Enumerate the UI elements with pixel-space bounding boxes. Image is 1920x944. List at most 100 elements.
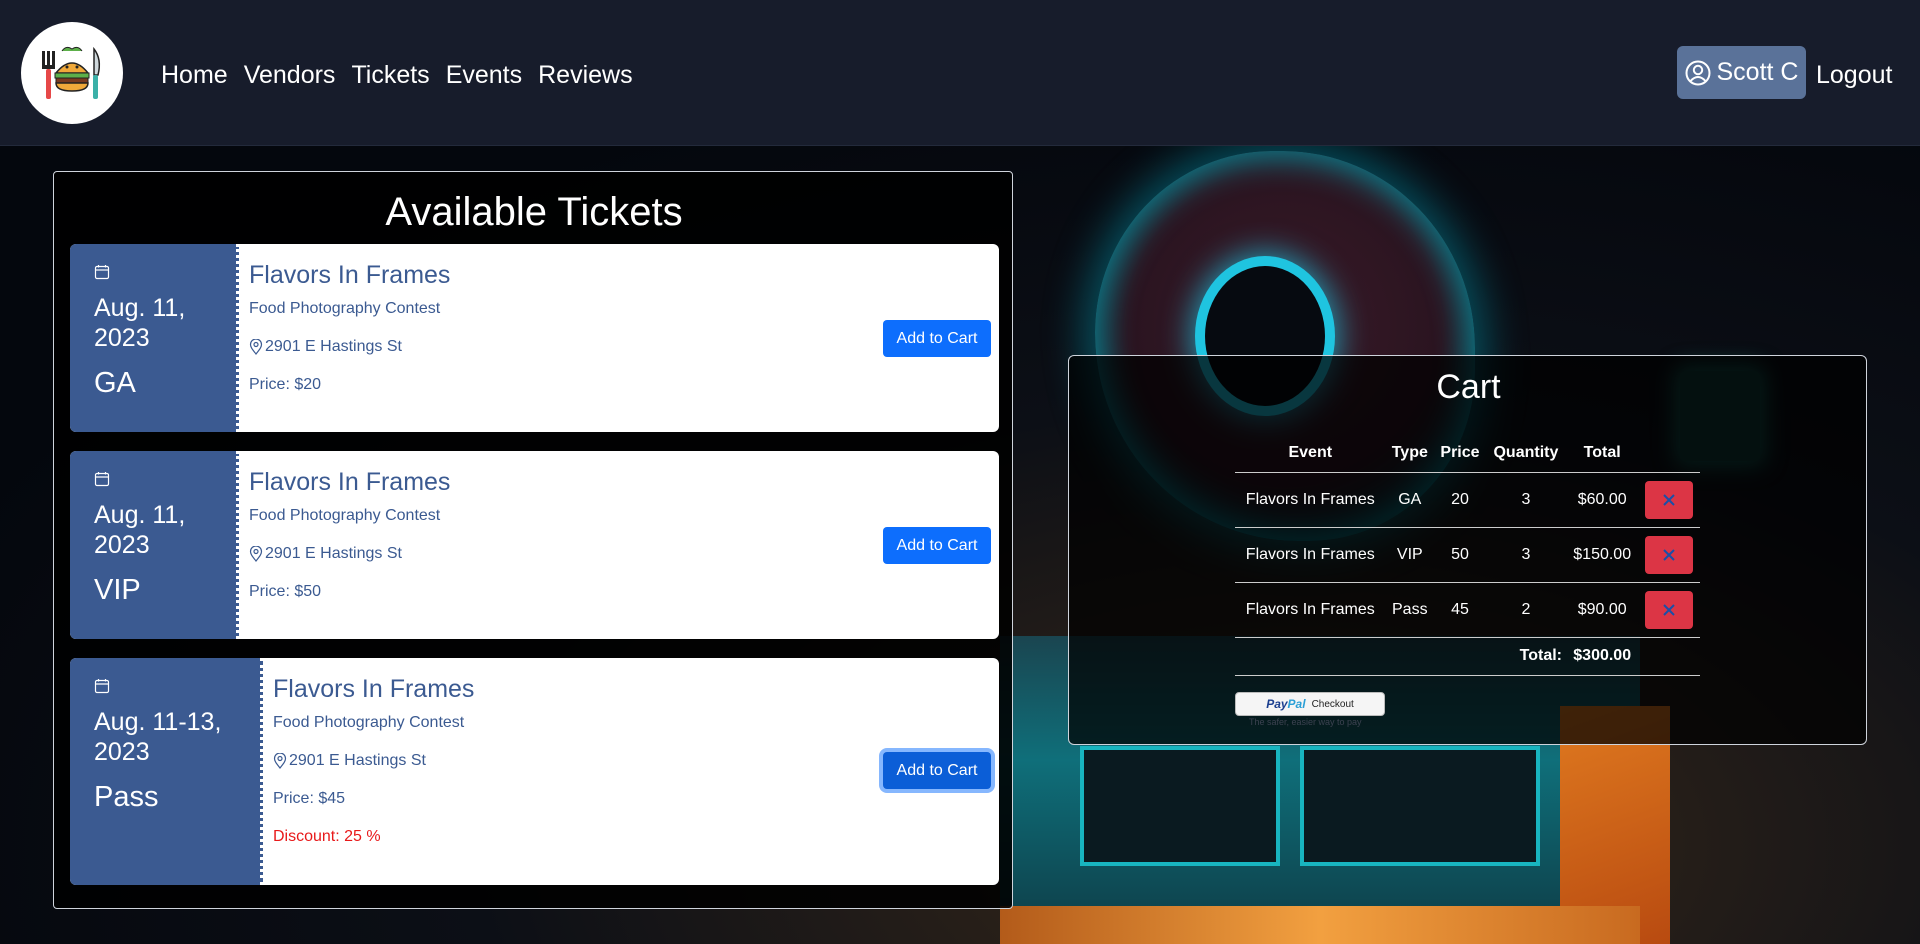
total-label: Total: <box>1485 637 1566 676</box>
cart-header-row: Event Type Price Quantity Total <box>1235 442 1700 473</box>
panel-title: Available Tickets <box>385 190 683 234</box>
ticket-date: Aug. 11-13, 2023 <box>94 708 222 766</box>
ticket-type: GA <box>94 367 136 399</box>
column-header-type: Type <box>1385 442 1435 473</box>
location-text: 2901 E Hastings St <box>265 338 402 355</box>
cell-quantity: 3 <box>1485 472 1566 528</box>
event-name: Flavors In Frames <box>249 261 451 289</box>
column-header-actions <box>1638 442 1700 473</box>
cell-total: $150.00 <box>1566 527 1639 583</box>
close-icon <box>1663 603 1675 616</box>
map-pin-icon <box>273 753 287 769</box>
total-value: $300.00 <box>1566 637 1639 676</box>
ticket-stub: Aug. 11, 2023 GA <box>70 244 239 432</box>
column-header-price: Price <box>1434 442 1486 473</box>
ticket-card: Aug. 11, 2023 VIP Flavors In Frames Food… <box>70 451 999 639</box>
ticket-date: Aug. 11, 2023 <box>94 294 186 352</box>
cell-actions <box>1638 527 1700 583</box>
cart-row: Flavors In Frames Pass 45 2 $90.00 <box>1235 582 1700 638</box>
ticket-type: Pass <box>94 781 159 813</box>
burger-logo-icon <box>42 46 101 99</box>
cell-type: GA <box>1385 472 1435 528</box>
paypal-tagline: The safer, easier way to pay <box>1249 717 1362 727</box>
paypal-label: Checkout <box>1311 698 1354 710</box>
cell-total: $90.00 <box>1566 582 1639 638</box>
column-header-quantity: Quantity <box>1485 442 1566 473</box>
column-header-event: Event <box>1235 442 1386 473</box>
event-description: Food Photography Contest <box>249 507 441 524</box>
nav-link-home[interactable]: Home <box>161 60 228 90</box>
navbar: Home Vendors Tickets Events Reviews Scot… <box>0 0 1920 146</box>
close-icon <box>1663 548 1675 561</box>
event-description: Food Photography Contest <box>249 300 441 317</box>
ticket-details: Flavors In Frames Food Photography Conte… <box>239 451 999 639</box>
cell-event: Flavors In Frames <box>1235 472 1386 528</box>
ticket-stub: Aug. 11, 2023 VIP <box>70 451 239 639</box>
cell-event: Flavors In Frames <box>1235 582 1386 638</box>
ticket-card: Aug. 11-13, 2023 Pass Flavors In Frames … <box>70 658 999 885</box>
cell-price: 50 <box>1434 527 1486 583</box>
add-to-cart-button[interactable]: Add to Cart <box>883 527 991 564</box>
main-nav: Home Vendors Tickets Events Reviews <box>161 60 633 90</box>
ticket-details: Flavors In Frames Food Photography Conte… <box>263 658 999 885</box>
cart-table: Event Type Price Quantity Total Flavors … <box>1235 442 1700 676</box>
ticket-type: VIP <box>94 574 141 606</box>
event-location: 2901 E Hastings St <box>249 338 989 356</box>
paypal-checkout-button[interactable]: PayPal Checkout <box>1235 692 1385 716</box>
cart-panel: Cart Event Type Price Quantity Total Fla… <box>1068 355 1867 745</box>
cell-total: $60.00 <box>1566 472 1639 528</box>
ticket-price: Price: $45 <box>273 790 346 807</box>
available-tickets-panel: Available Tickets Aug. 11, 2023 GA Flavo… <box>53 171 1013 909</box>
site-logo[interactable] <box>21 22 123 124</box>
ticket-card: Aug. 11, 2023 GA Flavors In Frames Food … <box>70 244 999 432</box>
cell-actions <box>1638 582 1700 638</box>
cell-type: VIP <box>1385 527 1435 583</box>
event-location: 2901 E Hastings St <box>273 752 989 770</box>
cell-actions <box>1638 472 1700 528</box>
cart-row: Flavors In Frames GA 20 3 $60.00 <box>1235 472 1700 528</box>
truck-counter <box>1000 906 1640 944</box>
user-circle-icon <box>1685 60 1710 85</box>
map-pin-icon <box>249 339 263 355</box>
cart-row: Flavors In Frames VIP 50 3 $150.00 <box>1235 527 1700 583</box>
cart-title: Cart <box>1436 368 1501 406</box>
event-name: Flavors In Frames <box>273 675 475 703</box>
ticket-price: Price: $20 <box>249 376 322 393</box>
nav-link-tickets[interactable]: Tickets <box>351 60 429 90</box>
user-name: Scott C <box>1716 58 1799 86</box>
logout-link[interactable]: Logout <box>1816 60 1892 90</box>
event-name: Flavors In Frames <box>249 468 451 496</box>
cell-price: 20 <box>1434 472 1486 528</box>
cell-quantity: 2 <box>1485 582 1566 638</box>
cell-event: Flavors In Frames <box>1235 527 1386 583</box>
add-to-cart-button[interactable]: Add to Cart <box>883 320 991 357</box>
calendar-icon <box>94 472 110 487</box>
location-text: 2901 E Hastings St <box>289 752 426 769</box>
remove-item-button[interactable] <box>1645 535 1694 574</box>
cell-price: 45 <box>1434 582 1486 638</box>
ticket-stub: Aug. 11-13, 2023 Pass <box>70 658 263 885</box>
ticket-date: Aug. 11, 2023 <box>94 501 186 559</box>
calendar-icon <box>94 265 110 280</box>
event-description: Food Photography Contest <box>273 714 465 731</box>
remove-item-button[interactable] <box>1645 480 1694 519</box>
truck-window <box>1300 746 1540 866</box>
ticket-details: Flavors In Frames Food Photography Conte… <box>239 244 999 432</box>
remove-item-button[interactable] <box>1645 590 1694 629</box>
nav-link-vendors[interactable]: Vendors <box>244 60 336 90</box>
nav-link-events[interactable]: Events <box>446 60 522 90</box>
location-text: 2901 E Hastings St <box>265 545 402 562</box>
event-location: 2901 E Hastings St <box>249 545 989 563</box>
add-to-cart-button[interactable]: Add to Cart <box>883 752 991 789</box>
cell-quantity: 3 <box>1485 527 1566 583</box>
column-header-total: Total <box>1566 442 1639 473</box>
ticket-discount: Discount: 25 % <box>273 828 381 845</box>
truck-window <box>1080 746 1280 866</box>
cart-total-row: Total: $300.00 <box>1235 637 1700 676</box>
ticket-price: Price: $50 <box>249 583 322 600</box>
paypal-logo: PayPal <box>1266 697 1306 711</box>
map-pin-icon <box>249 546 263 562</box>
calendar-icon <box>94 679 110 694</box>
nav-link-reviews[interactable]: Reviews <box>538 60 632 90</box>
user-profile-button[interactable]: Scott C <box>1677 46 1806 99</box>
